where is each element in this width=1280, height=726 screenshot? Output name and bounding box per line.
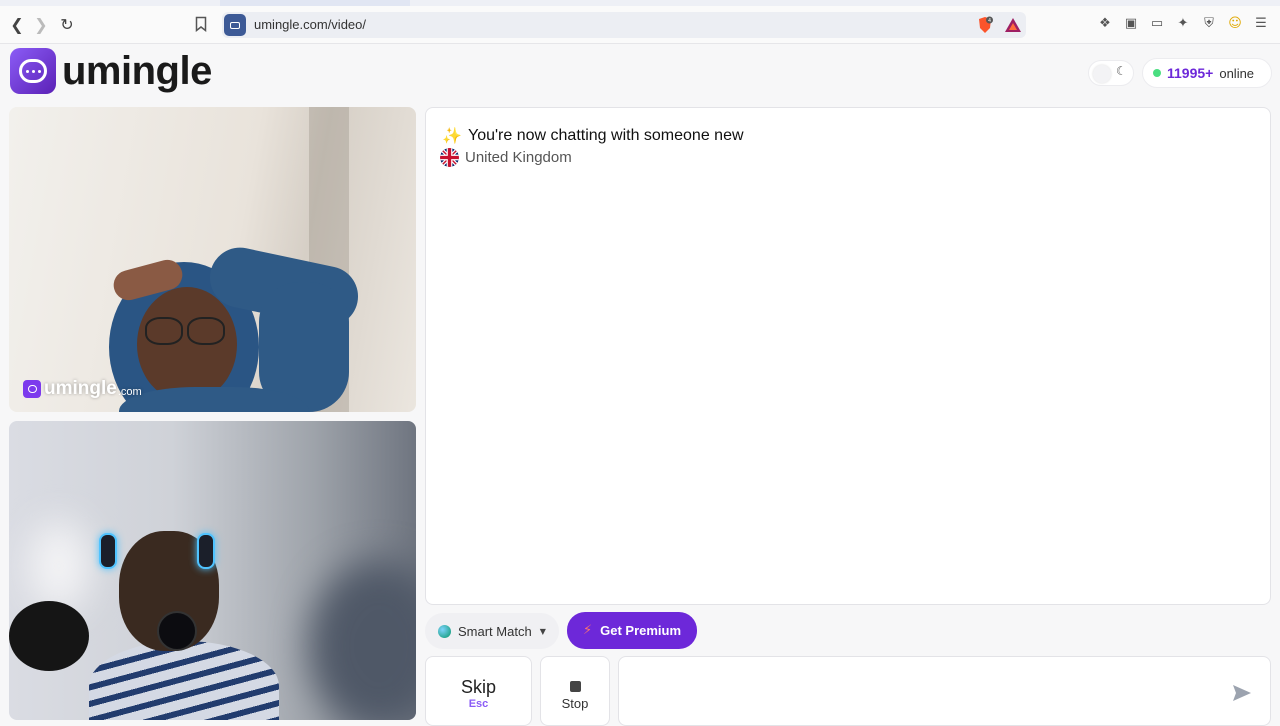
- profile-icon[interactable]: ☺: [1226, 14, 1244, 32]
- wallet-icon[interactable]: ▭: [1148, 14, 1166, 32]
- skip-button[interactable]: Skip Esc: [425, 656, 532, 726]
- logo-text: umingle: [62, 48, 212, 93]
- toggle-knob: [1093, 65, 1111, 83]
- online-status-dot: [1153, 69, 1161, 77]
- tab-strip: [0, 0, 1280, 6]
- reload-icon[interactable]: ↻: [57, 14, 77, 34]
- menu-icon[interactable]: ☰: [1252, 14, 1270, 32]
- skip-shortcut-hint: Esc: [468, 698, 489, 710]
- vpn-shield-icon[interactable]: ⛨: [1200, 14, 1218, 32]
- moon-icon: ☾: [1116, 64, 1127, 78]
- chat-status: ✨ You're now chatting with someone new: [442, 126, 744, 145]
- local-video: [9, 421, 416, 720]
- watermark-domain: .com: [117, 386, 142, 398]
- dark-mode-toggle[interactable]: ☾: [1088, 60, 1134, 86]
- brave-badge: 4: [988, 18, 991, 24]
- active-tab[interactable]: [220, 0, 410, 6]
- url-text[interactable]: umingle.com/video/: [254, 17, 366, 32]
- sparkles-icon: ✨: [442, 126, 462, 145]
- site-logo[interactable]: umingle: [10, 48, 212, 94]
- globe-icon: [438, 624, 451, 638]
- extension-icons: ❖ ▣ ▭ ✦ ⛨ ☺ ☰: [1096, 14, 1270, 32]
- address-bar[interactable]: umingle.com/video/ 4: [222, 12, 1026, 38]
- video-watermark: umingle .com: [23, 378, 142, 400]
- extensions-icon[interactable]: ❖: [1096, 14, 1114, 32]
- microphone: [157, 611, 197, 651]
- country-name: United Kingdom: [465, 149, 572, 166]
- skip-label: Skip: [460, 677, 496, 697]
- back-icon[interactable]: ❮: [7, 14, 27, 34]
- bookmark-icon[interactable]: [195, 16, 207, 32]
- brave-rewards-icon[interactable]: [1004, 16, 1022, 34]
- leo-ai-icon[interactable]: ✦: [1174, 14, 1192, 32]
- lightning-icon: ⚡: [582, 623, 593, 638]
- browser-toolbar: ❮ ❯ ↻ umingle.com/video/ 4 ❖ ▣ ▭ ✦ ⛨ ☺ ☰: [0, 0, 1280, 44]
- watermark-brand: umingle: [44, 378, 117, 399]
- smart-match-label: Smart Match: [458, 623, 532, 639]
- message-composer: [618, 656, 1271, 726]
- online-count: 11995+: [1167, 65, 1214, 81]
- chevron-down-icon: ▼: [539, 626, 546, 636]
- sidebar-icon[interactable]: ▣: [1122, 14, 1140, 32]
- chat-bubble-logo-icon: [10, 48, 56, 94]
- online-counter: 11995+ online: [1142, 58, 1272, 88]
- brave-shields-icon[interactable]: 4: [976, 16, 994, 34]
- watermark-logo-icon: [23, 380, 41, 398]
- remote-video: umingle .com: [9, 107, 416, 412]
- message-input[interactable]: [629, 667, 1219, 707]
- partner-country: United Kingdom: [440, 148, 572, 167]
- stop-button[interactable]: Stop: [540, 656, 610, 726]
- forward-icon[interactable]: ❯: [31, 14, 51, 34]
- get-premium-button[interactable]: ⚡ Get Premium: [567, 612, 697, 649]
- smart-match-dropdown[interactable]: Smart Match ▼: [425, 613, 559, 649]
- site-camera-icon: [224, 14, 246, 36]
- chat-panel: ✨ You're now chatting with someone new U…: [425, 107, 1271, 605]
- chat-status-text: You're now chatting with someone new: [468, 126, 744, 144]
- stop-label: Stop: [561, 696, 589, 711]
- uk-flag-icon: [440, 148, 459, 167]
- online-label: online: [1219, 65, 1255, 81]
- premium-label: Get Premium: [600, 623, 682, 638]
- send-icon[interactable]: [1232, 683, 1252, 703]
- stop-icon: [569, 681, 581, 692]
